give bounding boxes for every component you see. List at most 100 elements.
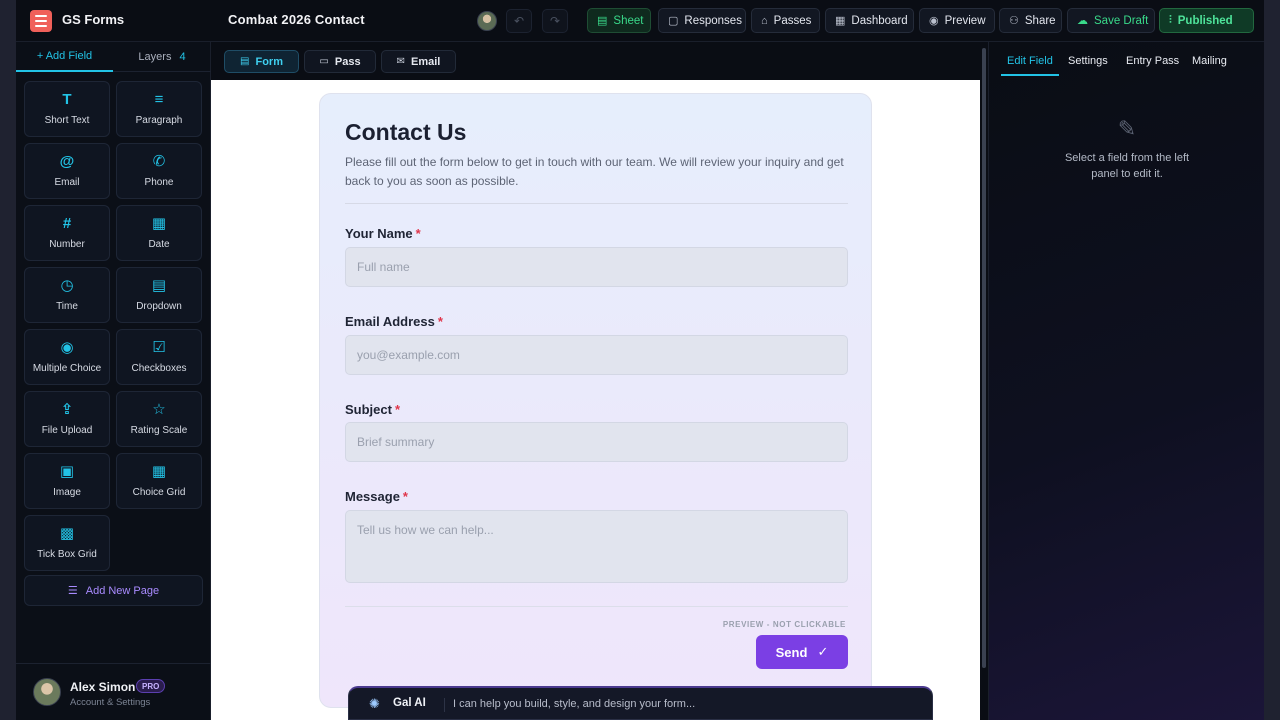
redo-button[interactable]: ↷	[542, 9, 568, 33]
phone-icon: ✆	[152, 153, 166, 170]
tab-settings[interactable]: Settings	[1068, 55, 1108, 67]
save-draft-label: Save Draft	[1094, 14, 1149, 27]
account-subtitle: Account & Settings	[70, 697, 151, 708]
form-description[interactable]: Please fill out the form below to get in…	[345, 153, 850, 190]
sheet-button[interactable]: ▤ Sheet	[587, 8, 651, 33]
save-draft-button[interactable]: ☁ Save Draft	[1067, 8, 1155, 33]
field-label: Time	[56, 301, 78, 312]
field-rating-scale[interactable]: ☆ Rating Scale	[116, 391, 202, 447]
add-page-label: Add New Page	[85, 584, 160, 597]
dropdown-icon: ▤	[151, 277, 167, 294]
chat-icon: ▢	[668, 15, 679, 27]
account-menu[interactable]: Alex Simon PRO Account & Settings	[16, 663, 211, 720]
field-date[interactable]: ▦ Date	[116, 205, 202, 261]
form-heading[interactable]: Contact Us	[345, 119, 466, 146]
at-sign-icon: @	[59, 153, 75, 170]
send-label: Send	[775, 644, 808, 660]
mail-icon: ✉	[396, 56, 406, 67]
empty-state-message: Select a field from the left panel to ed…	[1064, 152, 1190, 180]
eye-icon: ◉	[929, 15, 939, 27]
tab-edit-field[interactable]: Edit Field	[1007, 55, 1053, 67]
scrollbar-thumb[interactable]	[982, 48, 986, 668]
field-choice-grid[interactable]: ▦ Choice Grid	[116, 453, 202, 509]
checkbox-icon: ☑	[152, 339, 166, 356]
form-title[interactable]: Combat 2026 Contact	[228, 12, 365, 27]
required-marker: *	[437, 314, 443, 329]
form-canvas: Contact Us Please fill out the form belo…	[211, 80, 980, 720]
top-bar: GS Forms Combat 2026 Contact ↶ ↷ ▤ Sheet…	[16, 0, 1264, 42]
tab-email[interactable]: ✉ Email	[381, 50, 456, 73]
published-button[interactable]: ⫶ Published	[1159, 8, 1254, 33]
sheet-icon: ▤	[597, 15, 608, 27]
cloud-icon: ☁	[1077, 15, 1088, 27]
preview-button[interactable]: ◉ Preview	[919, 8, 995, 33]
tab-form-label: Form	[255, 55, 283, 68]
field-label-subject[interactable]: Subject *	[345, 402, 400, 417]
field-checkboxes[interactable]: ☑ Checkboxes	[116, 329, 202, 385]
ticket-icon: ⌂	[761, 14, 768, 27]
grid-icon: ▦	[835, 15, 846, 27]
tab-pass[interactable]: ▭ Pass	[304, 50, 376, 73]
tab-mailing[interactable]: Mailing	[1192, 55, 1227, 67]
edit-pencil-icon: ✎	[1117, 116, 1137, 141]
form-preview-card: Contact Us Please fill out the form belo…	[319, 93, 872, 708]
app-logo-icon	[30, 10, 52, 32]
form-divider	[345, 203, 848, 204]
field-file-upload[interactable]: ⇪ File Upload	[24, 391, 110, 447]
preview-note: PREVIEW - NOT CLICKABLE	[722, 620, 846, 629]
field-label: Dropdown	[136, 301, 182, 312]
editor-tabs: ▤ Form ▭ Pass ✉ Email	[211, 42, 981, 80]
field-label: Choice Grid	[132, 487, 186, 498]
canvas-scrollbar[interactable]	[980, 42, 988, 720]
tab-entry-pass[interactable]: Entry Pass	[1126, 55, 1179, 67]
send-button[interactable]: Send ✓	[756, 635, 848, 669]
field-label: Multiple Choice	[32, 363, 102, 374]
redo-icon: ↷	[549, 14, 561, 28]
field-dropdown[interactable]: ▤ Dropdown	[116, 267, 202, 323]
field-label-email[interactable]: Email Address *	[345, 314, 443, 329]
email-input[interactable]: you@example.com	[345, 335, 848, 375]
undo-button[interactable]: ↶	[506, 9, 532, 33]
field-email[interactable]: @ Email	[24, 143, 110, 199]
field-label: Rating Scale	[130, 425, 188, 436]
name-input[interactable]: Full name	[345, 247, 848, 287]
collaborator-avatar[interactable]	[477, 11, 497, 31]
field-label: Number	[49, 239, 85, 250]
field-phone[interactable]: ✆ Phone	[116, 143, 202, 199]
field-time[interactable]: ◷ Time	[24, 267, 110, 323]
subject-input[interactable]: Brief summary	[345, 422, 848, 462]
tab-add-field[interactable]: + Add Field	[16, 42, 113, 72]
field-multiple-choice[interactable]: ◉ Multiple Choice	[24, 329, 110, 385]
label-text: Your Name	[345, 226, 413, 241]
add-new-page-button[interactable]: ☰ Add New Page	[24, 575, 203, 606]
message-textarea[interactable]: Tell us how we can help...	[345, 510, 848, 583]
ai-prompt-input[interactable]: I can help you build, style, and design …	[453, 698, 695, 710]
field-number[interactable]: # Number	[24, 205, 110, 261]
field-image[interactable]: ▣ Image	[24, 453, 110, 509]
ai-name: Gal AI	[393, 697, 426, 709]
calendar-icon: ▦	[151, 215, 167, 232]
label-text: Email Address	[345, 314, 435, 329]
grid-icon: ▦	[151, 463, 167, 480]
dashboard-button[interactable]: ▦ Dashboard	[825, 8, 914, 33]
tab-layers[interactable]: Layers 4	[113, 42, 211, 72]
dashboard-label: Dashboard	[851, 14, 908, 27]
field-label: File Upload	[41, 425, 93, 436]
responses-button[interactable]: ▢ Responses	[658, 8, 746, 33]
field-paragraph[interactable]: ≡ Paragraph	[116, 81, 202, 137]
ai-assistant-bar[interactable]: ✺ Gal AI I can help you build, style, an…	[348, 686, 933, 720]
field-label-message[interactable]: Message *	[345, 489, 408, 504]
sliders-icon: ⫶	[1169, 14, 1172, 26]
account-name: Alex Simon	[70, 680, 136, 694]
tab-form[interactable]: ▤ Form	[224, 50, 299, 73]
text-icon: T	[62, 91, 72, 108]
field-short-text[interactable]: T Short Text	[24, 81, 110, 137]
sidebar-tabs: + Add Field Layers 4	[16, 42, 211, 72]
form-icon: ▤	[240, 56, 250, 67]
field-tick-box-grid[interactable]: ▩ Tick Box Grid	[24, 515, 110, 571]
passes-button[interactable]: ⌂ Passes	[751, 8, 820, 33]
share-button[interactable]: ⚇ Share	[999, 8, 1062, 33]
field-label: Tick Box Grid	[37, 549, 97, 560]
ai-divider	[444, 698, 445, 712]
field-label-name[interactable]: Your Name *	[345, 226, 421, 241]
